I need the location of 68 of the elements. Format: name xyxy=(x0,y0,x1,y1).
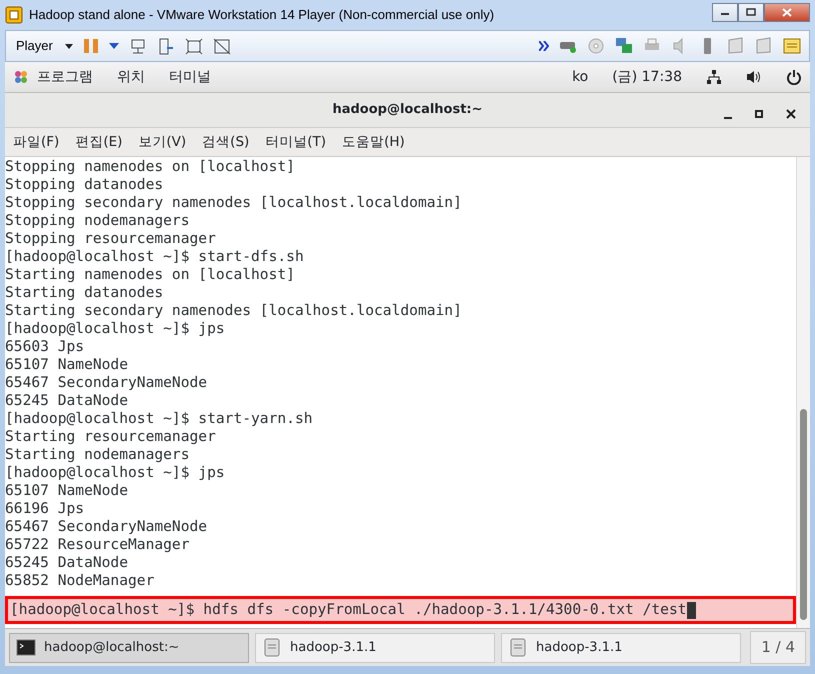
terminal-icon xyxy=(16,638,36,657)
terminal-line: Stopping secondary namenodes [localhost.localdomain] xyxy=(5,194,463,212)
terminal-line: 65467 SecondaryNameNode xyxy=(5,518,208,536)
language-indicator[interactable]: ko xyxy=(572,66,588,88)
menu-item[interactable]: 편집(E) xyxy=(73,130,124,154)
terminal-line: 65245 DataNode xyxy=(5,554,130,572)
menu-item[interactable]: 보기(V) xyxy=(136,130,188,154)
display-icon[interactable] xyxy=(755,37,773,55)
app-icon xyxy=(5,6,23,24)
terminal-line: Starting datanodes xyxy=(5,284,164,302)
message-log-icon[interactable] xyxy=(783,37,801,55)
terminal-line: Starting resourcemanager xyxy=(5,428,217,446)
terminal-line: 65467 SecondaryNameNode xyxy=(5,374,208,392)
terminal-line: 65603 Jps xyxy=(5,338,86,356)
close-icon xyxy=(782,8,792,16)
top-bar-menu[interactable]: 터미널 xyxy=(169,66,211,88)
clock[interactable]: (금) 17:38 xyxy=(612,66,682,88)
network-icon[interactable] xyxy=(706,69,722,85)
minimize-button[interactable] xyxy=(712,2,738,22)
terminal-line: [hadoop@localhost ~]$ start-yarn.sh xyxy=(5,410,314,428)
terminal-line: [hadoop@localhost ~]$ jps xyxy=(5,320,226,338)
menu-item[interactable]: 도움말(H) xyxy=(340,130,407,154)
double-chevron-icon[interactable] xyxy=(539,41,549,51)
terminal-line: 65245 DataNode xyxy=(5,392,130,410)
taskbar-item[interactable]: hadoop-3.1.1 xyxy=(255,632,495,662)
text-cursor xyxy=(686,602,696,618)
top-bar-menu[interactable]: 프로그램 xyxy=(37,66,93,88)
terminal-line: 65852 NodeManager xyxy=(5,572,156,590)
terminal-line: Stopping nodemanagers xyxy=(5,212,191,230)
terminal-line: 65722 ResourceManager xyxy=(5,536,191,554)
terminal-line: Stopping namenodes on [localhost] xyxy=(5,158,296,176)
computer-icon[interactable] xyxy=(128,38,147,54)
network-adapter-icon[interactable] xyxy=(615,37,633,55)
document-icon xyxy=(262,638,282,657)
fullscreen-icon[interactable] xyxy=(184,38,203,54)
terminal-line: [hadoop@localhost ~]$ jps xyxy=(5,464,226,482)
top-bar-menu[interactable]: 위치 xyxy=(117,66,145,88)
terminal-title: hadoop@localhost:~ xyxy=(332,101,483,120)
caret-icon[interactable] xyxy=(64,44,73,48)
menu-item[interactable]: 터미널(T) xyxy=(263,130,328,154)
terminal-line: 65107 NameNode xyxy=(5,356,130,374)
maximize-button[interactable] xyxy=(738,2,764,22)
terminal-line: 66196 Jps xyxy=(5,500,86,518)
volume-icon[interactable] xyxy=(746,69,762,85)
scrollbar[interactable] xyxy=(796,157,810,628)
terminal-line: Stopping resourcemanager xyxy=(5,230,217,248)
power-icon[interactable] xyxy=(786,69,802,85)
window-title: Hadoop stand alone - VMware Workstation 14 Player (Non-commercial use only) xyxy=(29,6,494,24)
workspace-switcher[interactable]: 1 / 4 xyxy=(750,631,806,664)
terminal-line: Starting nodemanagers xyxy=(5,446,191,464)
display-icon[interactable] xyxy=(727,37,745,55)
terminal-line: [hadoop@localhost ~]$ start-dfs.sh xyxy=(5,248,305,266)
document-icon xyxy=(508,638,528,657)
taskbar-item[interactable]: hadoop@localhost:~ xyxy=(9,632,249,662)
terminal-line: 65107 NameNode xyxy=(5,482,130,500)
apps-icon[interactable] xyxy=(13,69,29,85)
player-menu[interactable]: Player xyxy=(14,36,55,56)
maximize-icon xyxy=(746,8,756,16)
scrollbar-thumb[interactable] xyxy=(800,409,807,620)
menu-item[interactable]: 파일(F) xyxy=(11,130,62,154)
terminal-line: Starting namenodes on [localhost] xyxy=(5,266,296,284)
menu-item[interactable]: 검색(S) xyxy=(200,130,252,154)
maximize-icon xyxy=(754,109,764,120)
terminal-line: Starting secondary namenodes [localhost.localdomain] xyxy=(5,302,463,320)
close-icon xyxy=(786,109,796,120)
taskbar-item[interactable]: hadoop-3.1.1 xyxy=(501,632,741,662)
minimize-icon xyxy=(724,117,732,120)
terminal-line: Stopping datanodes xyxy=(5,176,164,194)
